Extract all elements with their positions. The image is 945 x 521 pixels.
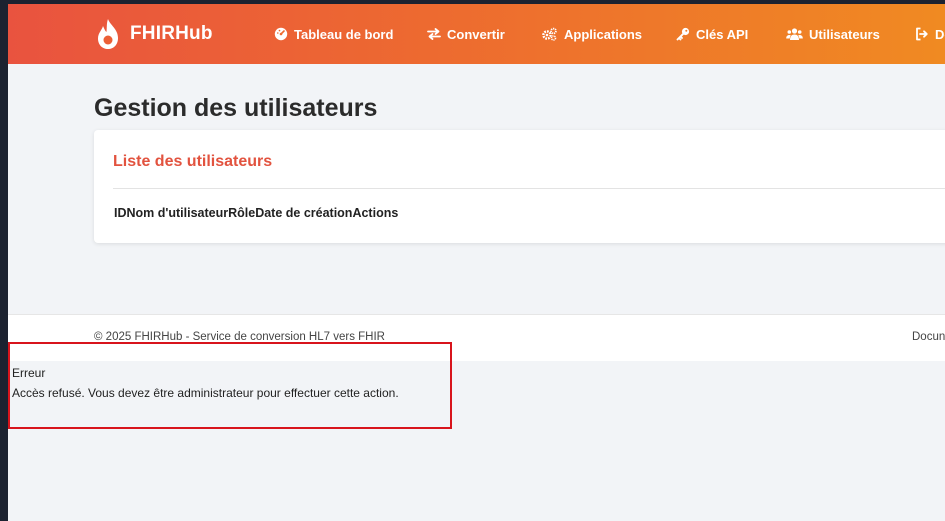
nav-label: Applications — [564, 26, 643, 42]
column-header-id[interactable]: ID — [114, 206, 127, 220]
nav-item-convert[interactable]: Convertir — [427, 4, 505, 64]
nav-label: Convertir — [447, 26, 505, 42]
dashboard-icon — [274, 27, 288, 41]
exchange-icon — [427, 28, 441, 40]
users-card: Liste des utilisateurs ID Nom d'utilisat… — [94, 130, 945, 243]
nav-label: Utilisateurs — [809, 26, 880, 42]
page-title: Gestion des utilisateurs — [94, 94, 378, 122]
column-header-actions[interactable]: Actions — [352, 206, 398, 220]
card-title: Liste des utilisateurs — [113, 153, 273, 170]
error-message-box: Erreur Accès refusé. Vous devez être adm… — [8, 342, 452, 429]
card-divider — [113, 188, 945, 189]
users-icon — [786, 28, 803, 40]
nav-item-logout[interactable]: Dé — [915, 4, 945, 64]
brand[interactable]: FHIRHub — [94, 16, 213, 52]
nav-label: Tableau de bord — [294, 26, 394, 42]
nav-item-applications[interactable]: Applications — [541, 4, 642, 64]
error-message: Accès refusé. Vous devez être administra… — [12, 386, 399, 400]
top-navbar: FHIRHub Tableau de bord Convertir Applic… — [8, 4, 945, 64]
flame-logo-icon — [98, 19, 118, 49]
logout-icon — [916, 27, 928, 41]
table-header-row: ID Nom d'utilisateur Rôle Date de créati… — [114, 206, 398, 220]
column-header-created-date[interactable]: Date de création — [255, 206, 352, 220]
brand-name: FHIRHub — [130, 23, 213, 44]
footer-docs-link[interactable]: Docun — [912, 331, 945, 343]
cogs-icon — [542, 27, 557, 41]
key-icon — [676, 27, 690, 41]
nav-item-api-keys[interactable]: Clés API — [676, 4, 748, 64]
column-header-username[interactable]: Nom d'utilisateur — [127, 206, 229, 220]
nav-label: Clés API — [696, 26, 749, 42]
nav-item-users[interactable]: Utilisateurs — [786, 4, 880, 64]
nav-item-dashboard[interactable]: Tableau de bord — [274, 4, 393, 64]
error-title: Erreur — [12, 366, 46, 380]
nav-label: Dé — [935, 26, 945, 42]
browser-viewport: FHIRHub Tableau de bord Convertir Applic… — [8, 4, 945, 521]
column-header-role[interactable]: Rôle — [228, 206, 255, 220]
